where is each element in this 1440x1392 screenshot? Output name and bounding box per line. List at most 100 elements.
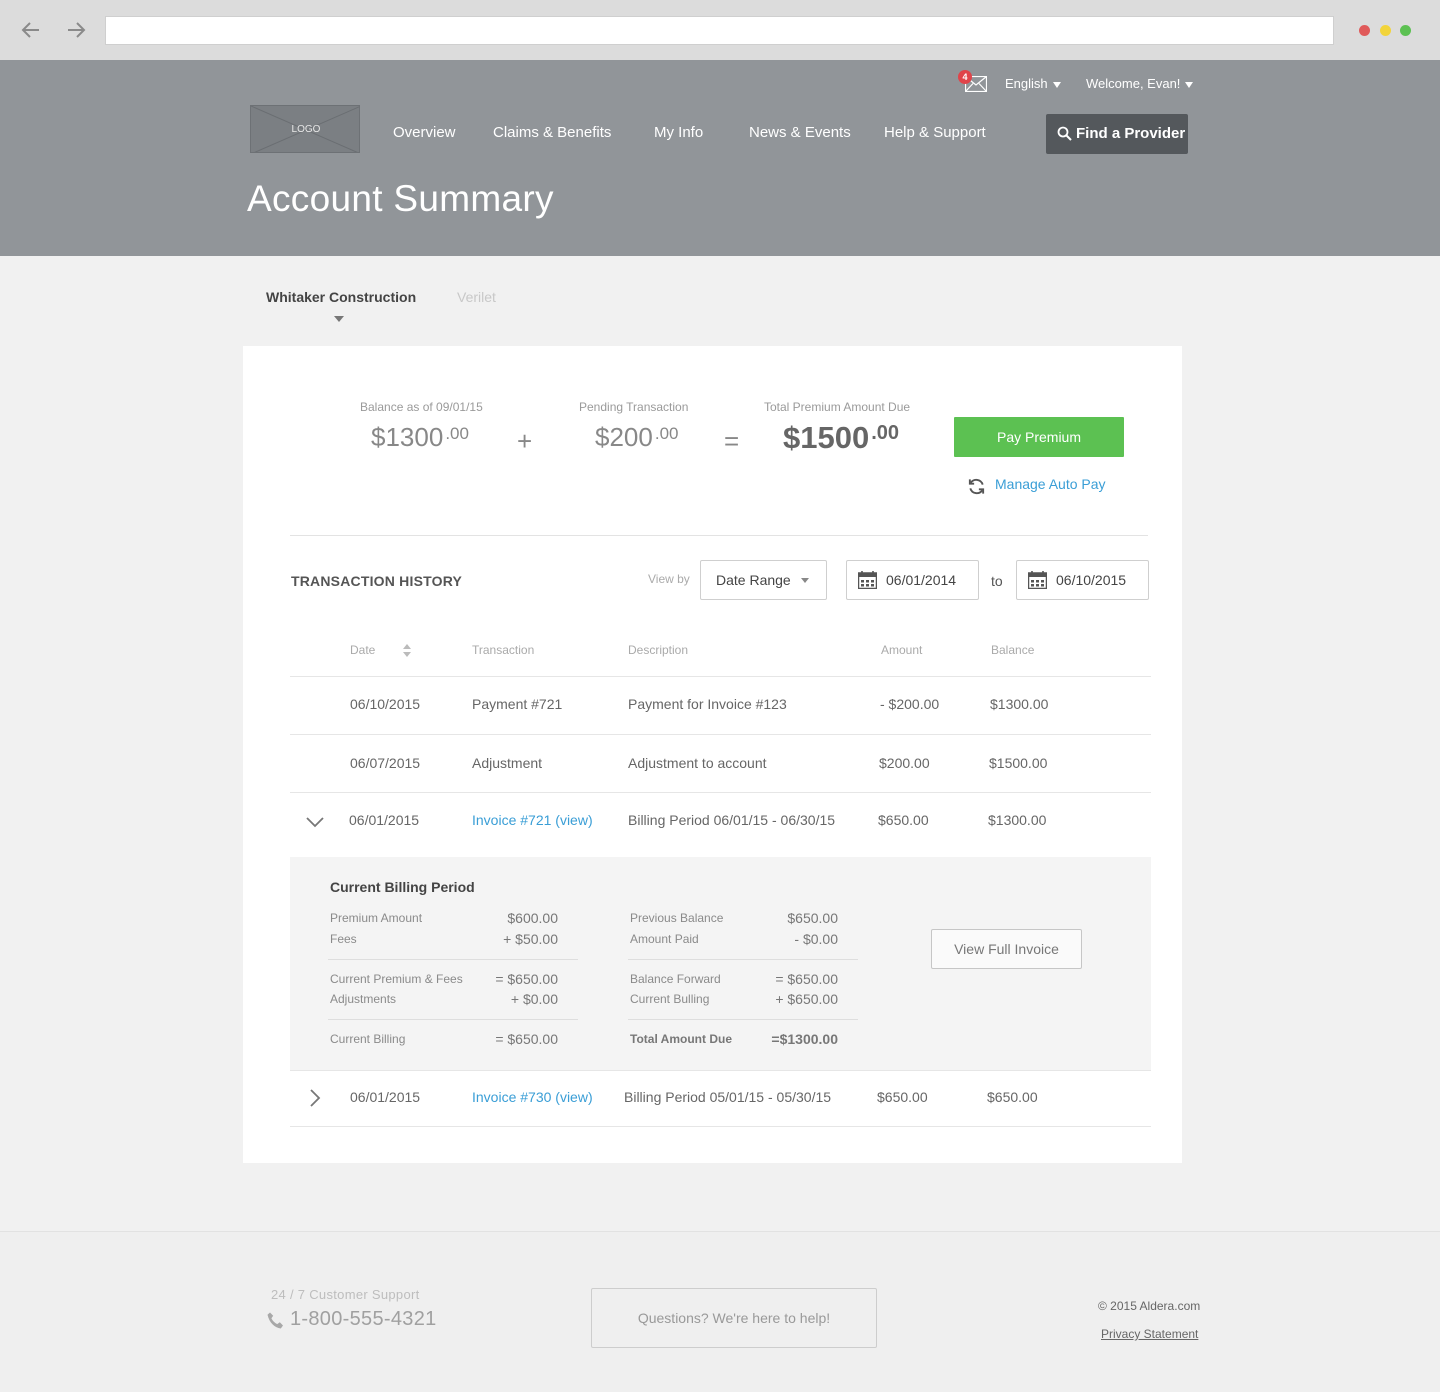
row2-date: 06/07/2015 bbox=[350, 755, 421, 771]
chevron-right-icon[interactable] bbox=[310, 1089, 321, 1107]
transaction-history-title: TRANSACTION HISTORY bbox=[291, 573, 463, 589]
column-header-description: Description bbox=[628, 643, 689, 657]
window-maximize-dot[interactable] bbox=[1400, 25, 1411, 36]
row1-transaction: Payment #721 bbox=[472, 696, 563, 712]
balance-forward-value: = $650.00 bbox=[775, 971, 838, 987]
column-header-amount: Amount bbox=[881, 643, 923, 657]
premium-amount-label: Premium Amount bbox=[330, 911, 423, 925]
language-select[interactable]: English bbox=[1005, 76, 1061, 91]
copyright: © 2015 Aldera.com bbox=[1098, 1299, 1201, 1313]
row-divider bbox=[290, 792, 1151, 793]
view-by-select[interactable]: Date Range bbox=[700, 560, 827, 600]
pending-value: $200.00 bbox=[595, 422, 678, 453]
row3-amount: $650.00 bbox=[878, 812, 929, 828]
chevron-down-icon bbox=[801, 578, 809, 583]
window-minimize-dot[interactable] bbox=[1380, 25, 1391, 36]
total-amount-due-label: Total Amount Due bbox=[630, 1032, 732, 1046]
total-due-label: Total Premium Amount Due bbox=[764, 400, 911, 414]
row1-description: Payment for Invoice #123 bbox=[628, 696, 787, 712]
amount-paid-label: Amount Paid bbox=[630, 932, 699, 946]
site-footer: 24 / 7 Customer Support 1-800-555-4321 Q… bbox=[0, 1231, 1440, 1392]
find-provider-button[interactable]: Find a Provider bbox=[1046, 114, 1188, 154]
view-by-value: Date Range bbox=[716, 572, 791, 588]
phone-icon bbox=[267, 1312, 283, 1329]
fees-label: Fees bbox=[330, 932, 357, 946]
user-menu[interactable]: Welcome, Evan! bbox=[1086, 76, 1194, 91]
window-close-dot[interactable] bbox=[1359, 25, 1370, 36]
chevron-down-icon[interactable] bbox=[306, 817, 324, 828]
premium-amount-value: $600.00 bbox=[507, 910, 558, 926]
row4-invoice-link[interactable]: Invoice #730 (view) bbox=[472, 1089, 593, 1105]
view-full-invoice-button[interactable]: View Full Invoice bbox=[931, 929, 1082, 969]
total-due-cents: .00 bbox=[871, 422, 900, 444]
row1-balance: $1300.00 bbox=[990, 696, 1049, 712]
search-icon bbox=[1057, 126, 1072, 141]
row3-date: 06/01/2015 bbox=[349, 812, 420, 828]
amount-paid-value: - $0.00 bbox=[794, 931, 838, 947]
nav-my-info[interactable]: My Info bbox=[654, 124, 703, 141]
account-tab-whitaker[interactable]: Whitaker Construction bbox=[266, 289, 416, 305]
fees-value: + $50.00 bbox=[503, 931, 558, 947]
notification-badge: 4 bbox=[958, 70, 972, 84]
plus-sign: + bbox=[517, 426, 533, 456]
row-divider bbox=[290, 734, 1151, 735]
equals-sign: = bbox=[724, 426, 740, 456]
total-due-value: $1500.00 bbox=[783, 420, 899, 456]
invoice-detail-panel: Current Billing Period Premium Amount $6… bbox=[290, 857, 1151, 1070]
row3-invoice-link[interactable]: Invoice #721 (view) bbox=[472, 812, 593, 828]
adjustments-value: + $0.00 bbox=[510, 991, 558, 1007]
detail-divider bbox=[628, 1019, 858, 1020]
manage-autopay-link[interactable]: Manage Auto Pay bbox=[967, 476, 1106, 495]
support-phone[interactable]: 1-800-555-4321 bbox=[266, 1308, 437, 1331]
column-header-date[interactable]: Date bbox=[350, 643, 375, 657]
row4-amount: $650.00 bbox=[877, 1089, 928, 1105]
row-divider bbox=[290, 676, 1151, 677]
welcome-label: Welcome, Evan! bbox=[1086, 76, 1181, 91]
account-tab-verilet[interactable]: Verilet bbox=[457, 289, 496, 305]
nav-news-events[interactable]: News & Events bbox=[749, 124, 851, 141]
nav-help-support[interactable]: Help & Support bbox=[884, 124, 986, 141]
arrow-left-icon[interactable] bbox=[19, 18, 43, 42]
detail-title: Current Billing Period bbox=[330, 879, 475, 895]
refresh-icon bbox=[968, 478, 985, 495]
row2-amount: $200.00 bbox=[879, 755, 930, 771]
adjustments-label: Adjustments bbox=[330, 992, 397, 1006]
column-header-transaction: Transaction bbox=[472, 643, 535, 657]
address-bar[interactable] bbox=[105, 16, 1334, 45]
previous-balance-value: $650.00 bbox=[787, 910, 838, 926]
to-date-input[interactable]: 06/10/2015 bbox=[1016, 560, 1149, 600]
find-provider-label: Find a Provider bbox=[1076, 125, 1186, 142]
row2-transaction: Adjustment bbox=[472, 755, 543, 771]
row1-date: 06/10/2015 bbox=[350, 696, 421, 712]
logo[interactable]: LOGO bbox=[250, 105, 360, 153]
current-billing-label: Current Billing bbox=[330, 1032, 406, 1046]
row1-amount: - $200.00 bbox=[880, 696, 940, 712]
nav-claims-benefits[interactable]: Claims & Benefits bbox=[493, 124, 611, 141]
detail-divider bbox=[628, 959, 858, 960]
from-date-input[interactable]: 06/01/2014 bbox=[846, 560, 979, 600]
balance-amount: $1300 bbox=[371, 422, 444, 452]
help-button[interactable]: Questions? We're here to help! bbox=[591, 1288, 877, 1348]
row4-date: 06/01/2015 bbox=[350, 1089, 421, 1105]
arrow-right-icon[interactable] bbox=[64, 18, 88, 42]
nav-overview[interactable]: Overview bbox=[393, 124, 456, 141]
column-header-balance: Balance bbox=[991, 643, 1035, 657]
calendar-icon bbox=[1028, 571, 1047, 589]
total-due-amount: $1500 bbox=[783, 420, 870, 455]
site-header: 4 English Welcome, Evan! LOGO Overview C… bbox=[0, 60, 1440, 256]
logo-text: LOGO bbox=[291, 124, 321, 135]
current-billing-value: = $650.00 bbox=[495, 1031, 558, 1047]
pending-label: Pending Transaction bbox=[579, 400, 689, 414]
detail-divider bbox=[328, 1019, 578, 1020]
manage-autopay-label: Manage Auto Pay bbox=[995, 476, 1106, 492]
pay-premium-button[interactable]: Pay Premium bbox=[954, 417, 1124, 457]
to-date-value: 06/10/2015 bbox=[1056, 572, 1127, 588]
privacy-statement-link[interactable]: Privacy Statement bbox=[1101, 1327, 1198, 1341]
row3-balance: $1300.00 bbox=[988, 812, 1047, 828]
row2-description: Adjustment to account bbox=[628, 755, 767, 771]
browser-chrome bbox=[0, 0, 1440, 60]
current-premium-fees-label: Current Premium & Fees bbox=[330, 972, 463, 986]
calendar-icon bbox=[858, 571, 877, 589]
section-divider bbox=[290, 535, 1148, 536]
sort-icon[interactable] bbox=[403, 644, 411, 657]
